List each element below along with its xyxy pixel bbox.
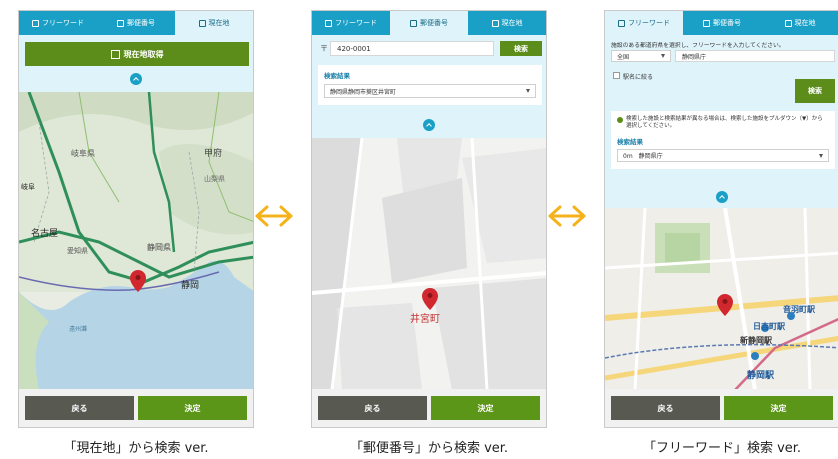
keyword-icon	[32, 19, 39, 27]
get-location-button[interactable]: 現在地取得	[25, 42, 249, 66]
tab-bar: フリーワード 郵便番号 現在地	[19, 11, 253, 35]
caption: 「郵便番号」から検索 ver.	[349, 441, 509, 456]
confirm-button[interactable]: 決定	[431, 396, 540, 420]
info-icon	[617, 117, 623, 123]
location-icon	[784, 19, 792, 27]
confirm-button[interactable]: 決定	[724, 396, 833, 420]
map-label: 山梨県	[204, 175, 225, 183]
bottom-bar: 戻る 決定	[19, 389, 253, 427]
map-area[interactable]: 岐阜県 甲府 山梨県 名古屋 愛知県 静岡県 静岡 遠州灘 岐阜	[19, 92, 253, 390]
keyword-icon	[325, 19, 332, 27]
collapse-toggle[interactable]	[716, 191, 728, 203]
postal-icon	[410, 19, 417, 27]
map-label: 井宮町	[410, 314, 440, 325]
location-icon	[198, 19, 206, 27]
tab-freeword[interactable]: フリーワード	[19, 11, 97, 35]
map-label: 岐阜県	[71, 149, 95, 158]
result-box: 検索した施設と検索結果が異なる場合は、検索した施設をプルダウン（▼）から選択して…	[611, 111, 835, 169]
station-label: 駅名に絞る	[623, 74, 654, 81]
collapse-toggle[interactable]	[423, 119, 435, 131]
result-dropdown[interactable]: 静岡県静岡市葵区井宮町	[324, 84, 536, 98]
postal-icon	[703, 19, 710, 27]
postal-mark: 〒	[320, 44, 328, 53]
keyword-icon	[618, 19, 625, 27]
result-label: 検索結果	[324, 72, 350, 80]
screen-postal-code: フリーワード 郵便番号 現在地 〒 420-0001 検索 検索結果 静岡県静岡…	[311, 10, 547, 428]
caption: 「フリーワード」検索 ver.	[642, 441, 802, 456]
map-pin-icon	[130, 270, 146, 292]
search-panel: 施設のある都道府県を選択し、フリーワードを入力してください。 全国 静岡県庁 駅…	[605, 35, 838, 208]
search-button[interactable]: 検索	[795, 79, 835, 103]
map-label: 静岡県	[147, 243, 171, 252]
tab-postal[interactable]: 郵便番号	[97, 11, 175, 35]
tab-current-location[interactable]: 現在地	[468, 11, 546, 35]
map-area[interactable]: 井宮町	[312, 138, 546, 390]
caption: 「現在地」から検索 ver.	[63, 441, 209, 456]
tab-current-location[interactable]: 現在地	[761, 11, 838, 35]
double-arrow-icon	[255, 205, 293, 227]
tab-freeword[interactable]: フリーワード	[605, 11, 683, 35]
instruction-text: 施設のある都道府県を選択し、フリーワードを入力してください。	[611, 43, 785, 49]
postal-icon	[117, 19, 124, 27]
screen-current-location: フリーワード 郵便番号 現在地 現在地取得 岐阜県 甲府 山梨県 名古屋 愛知県…	[18, 10, 254, 428]
confirm-button[interactable]: 決定	[138, 396, 247, 420]
result-box: 検索結果 静岡県静岡市葵区井宮町	[318, 65, 542, 105]
map-label: 音羽町駅	[783, 305, 815, 314]
tab-postal[interactable]: 郵便番号	[683, 11, 761, 35]
map-label: 名古屋	[31, 229, 59, 239]
back-button[interactable]: 戻る	[25, 396, 134, 420]
search-panel: 現在地取得	[19, 35, 253, 92]
station-checkbox[interactable]	[613, 72, 620, 79]
map-area[interactable]: 音羽町駅 日吉町駅 新静岡駅 静岡駅	[605, 208, 838, 390]
map-label: 甲府	[204, 149, 223, 159]
crosshair-icon	[110, 49, 120, 59]
double-arrow-icon	[548, 205, 586, 227]
keyword-input[interactable]: 静岡県庁	[675, 50, 835, 62]
map-label: 日吉町駅	[753, 322, 785, 331]
dropdown-arrow-icon	[526, 89, 530, 93]
map-label: 岐阜	[21, 183, 35, 191]
result-dropdown[interactable]: 0m 静岡県庁	[617, 149, 829, 162]
bottom-bar: 戻る 決定	[605, 389, 838, 427]
map-pin-icon	[717, 294, 733, 316]
map-graphic	[19, 92, 253, 390]
result-label: 検索結果	[617, 138, 643, 146]
note-text: 検索した施設と検索結果が異なる場合は、検索した施設をプルダウン（▼）から選択して…	[626, 116, 823, 129]
prefecture-select[interactable]: 全国	[611, 50, 671, 62]
map-label: 遠州灘	[69, 326, 88, 333]
map-label: 新静岡駅	[740, 336, 772, 345]
tab-freeword[interactable]: フリーワード	[312, 11, 390, 35]
search-button[interactable]: 検索	[500, 41, 542, 56]
tab-bar: フリーワード 郵便番号 現在地	[605, 11, 838, 35]
bottom-bar: 戻る 決定	[312, 389, 546, 427]
tab-current-location[interactable]: 現在地	[175, 11, 253, 35]
map-label: 愛知県	[67, 247, 88, 255]
tab-postal[interactable]: 郵便番号	[390, 11, 468, 35]
search-panel: 〒 420-0001 検索 検索結果 静岡県静岡市葵区井宮町	[312, 35, 546, 138]
dropdown-arrow-icon	[661, 54, 665, 58]
map-label: 静岡駅	[747, 371, 775, 381]
screen-free-word: フリーワード 郵便番号 現在地 施設のある都道府県を選択し、フリーワードを入力し…	[604, 10, 838, 428]
back-button[interactable]: 戻る	[611, 396, 720, 420]
dropdown-arrow-icon	[819, 153, 823, 158]
postal-code-input[interactable]: 420-0001	[330, 41, 494, 56]
collapse-toggle[interactable]	[130, 73, 142, 85]
map-label: 静岡	[181, 281, 200, 291]
location-icon	[491, 19, 499, 27]
tab-bar: フリーワード 郵便番号 現在地	[312, 11, 546, 35]
map-pin-icon	[422, 288, 438, 310]
map-graphic	[312, 138, 546, 390]
back-button[interactable]: 戻る	[318, 396, 427, 420]
